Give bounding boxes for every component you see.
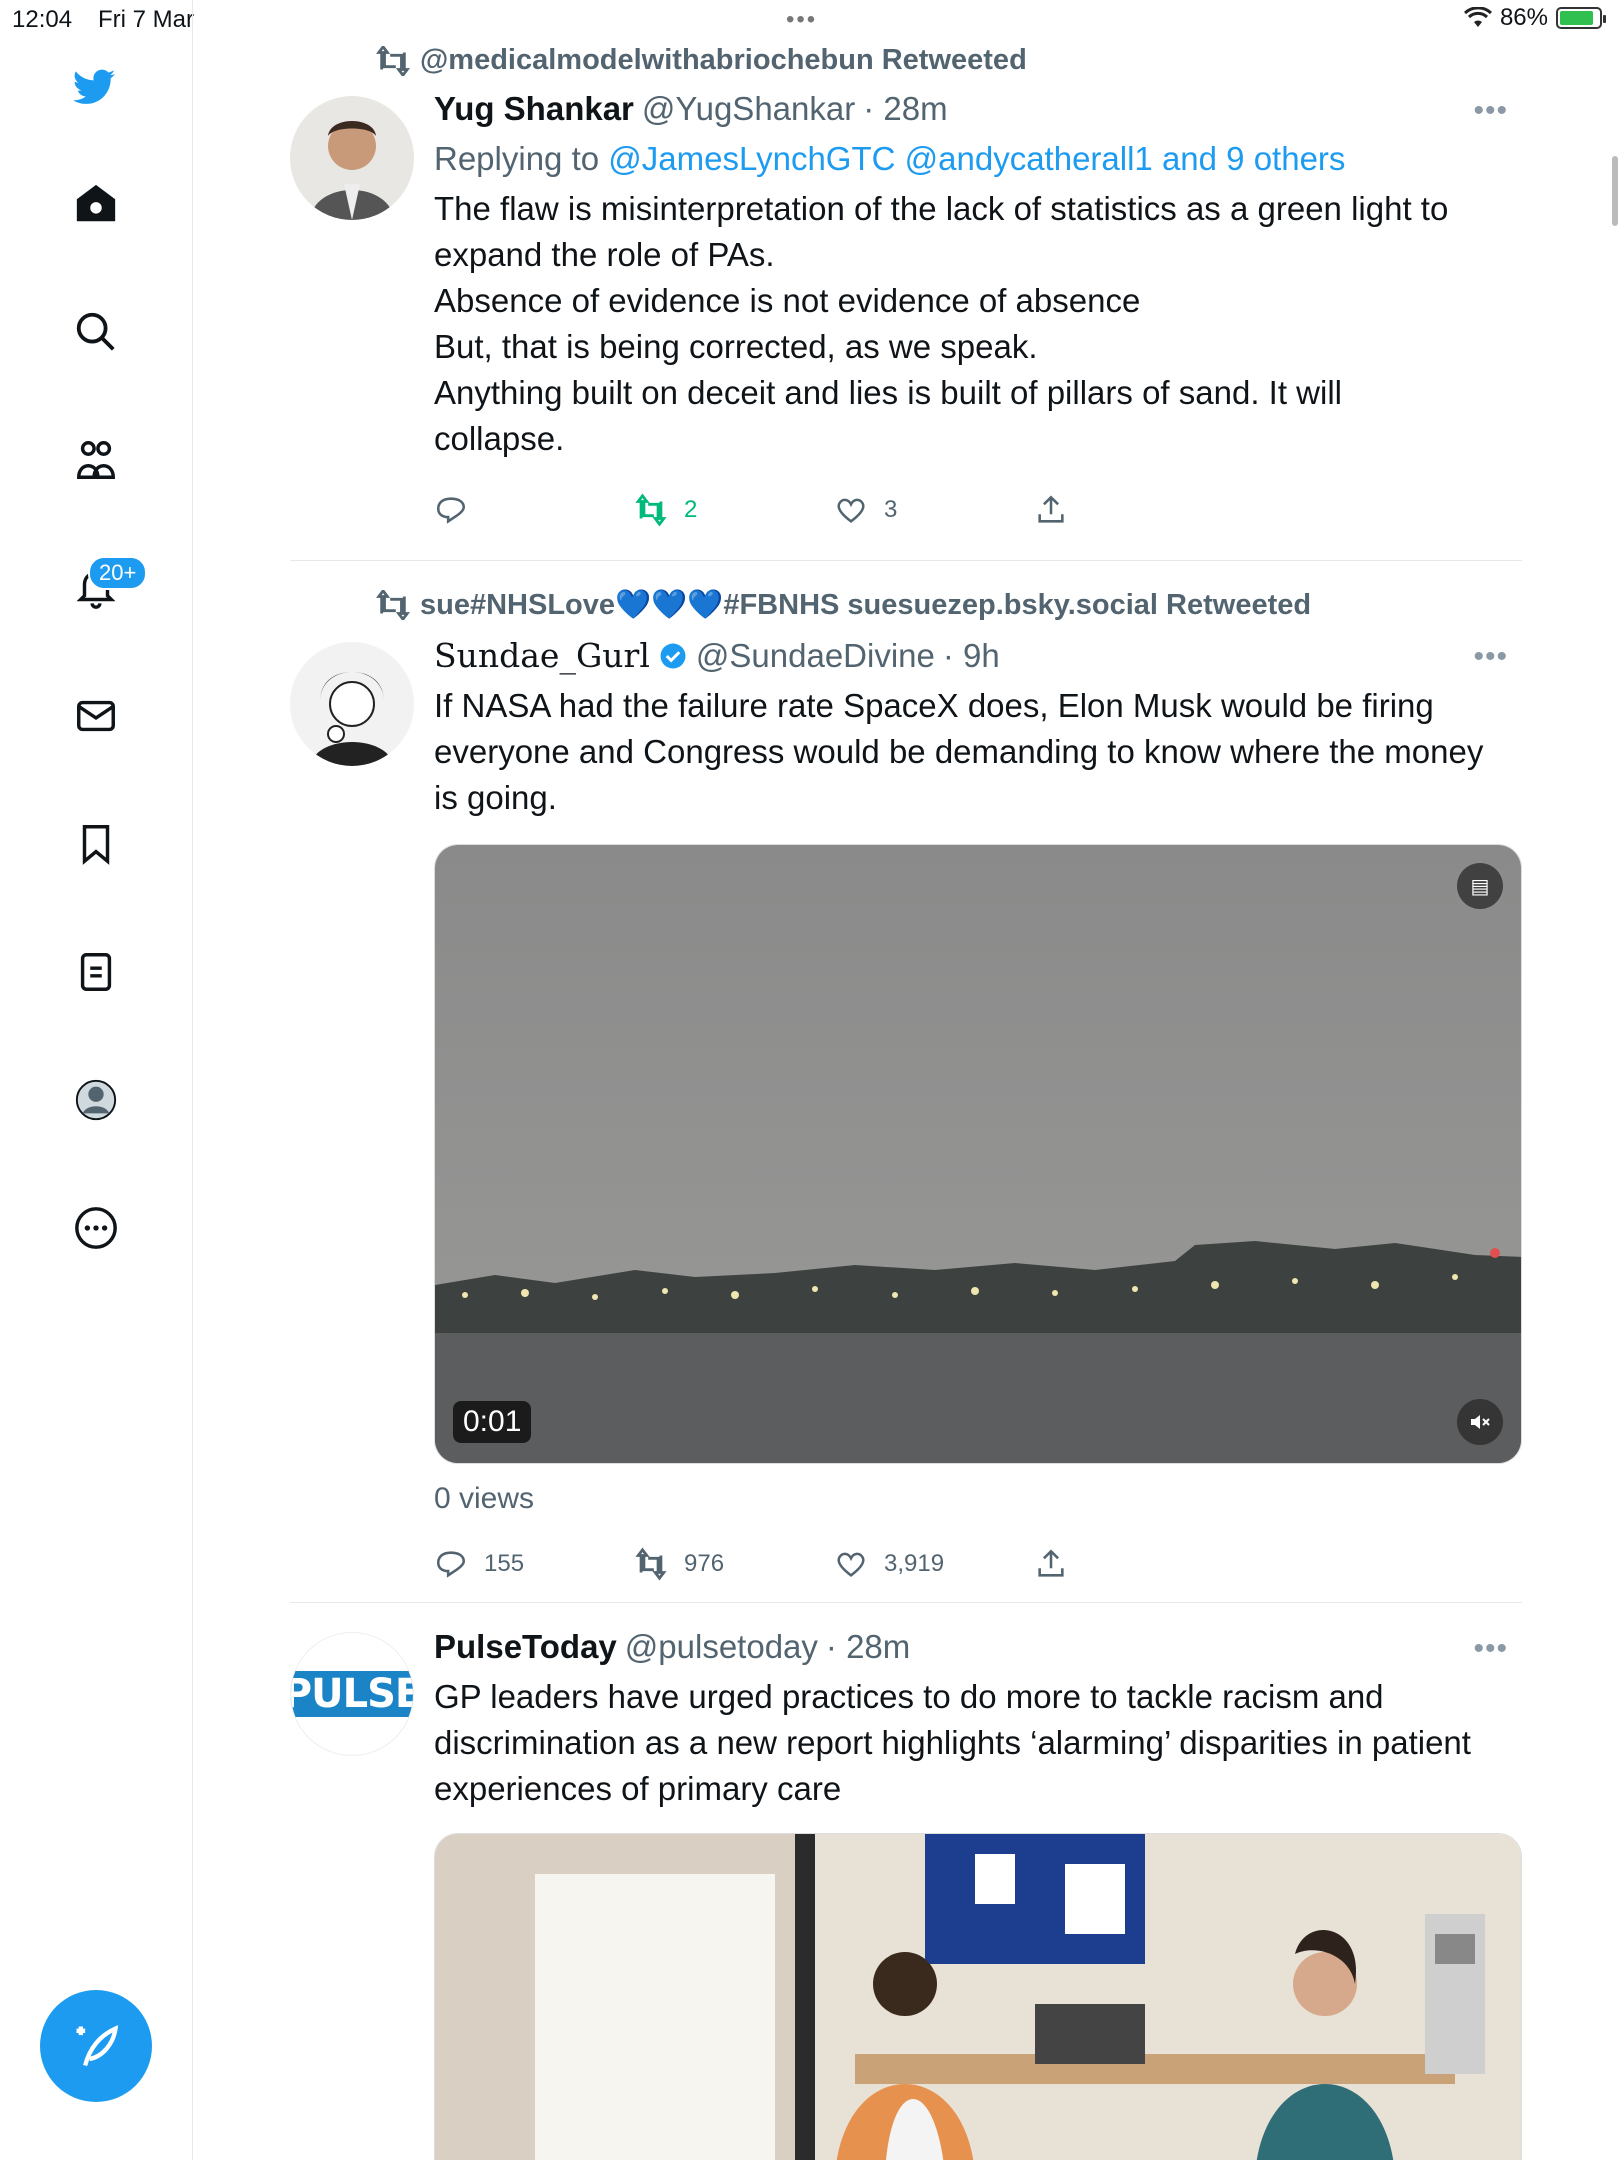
reply-button[interactable]: [434, 490, 634, 530]
video-frame: [435, 845, 1521, 1463]
tweet-text: GP leaders have urged practices to do mo…: [434, 1678, 1471, 1807]
tweet-text: The flaw is misinterpretation of the lac…: [434, 190, 1449, 457]
heart-icon: [837, 498, 865, 523]
tweet-body: Yug Shankar @YugShankar · 28m ••• Replyi…: [434, 90, 1522, 462]
tweet-actions: 155 976 3,919: [434, 1544, 1234, 1584]
view-count: 0 views: [434, 1482, 535, 1515]
retweet-icon: [376, 590, 410, 620]
tweet-text: If NASA had the failure rate SpaceX does…: [434, 687, 1484, 816]
tweet-time: · 28m: [863, 90, 948, 127]
avatar[interactable]: PULSE: [290, 1632, 414, 1756]
more-options-icon[interactable]: •••: [1473, 1632, 1508, 1666]
reply-button[interactable]: 155: [434, 1544, 634, 1584]
more-options-icon[interactable]: [72, 1204, 120, 1252]
tweet-header: Yug Shankar @YugShankar · 28m: [434, 90, 1522, 128]
replying-to-line: Replying to @JamesLynchGTC @andycatheral…: [434, 140, 1346, 177]
more-options-icon[interactable]: •••: [1473, 640, 1508, 674]
replying-to-links[interactable]: @JamesLynchGTC @andycatherall1 and 9 oth…: [608, 140, 1345, 177]
author-name[interactable]: PulseToday: [434, 1628, 617, 1666]
avatar[interactable]: [290, 96, 414, 220]
messages-icon[interactable]: [72, 692, 120, 740]
tweet-body: Sundae_Gurl @SundaeDivine · 9h ••• If NA…: [434, 636, 1522, 821]
mute-icon[interactable]: [1457, 1399, 1503, 1445]
divider: [290, 1602, 1522, 1603]
retweet-button[interactable]: 2: [634, 490, 834, 530]
like-button[interactable]: 3: [834, 490, 1034, 530]
share-icon: [1038, 495, 1064, 523]
profile-avatar-icon[interactable]: [72, 1076, 120, 1124]
tweet-body: PulseToday @pulsetoday · 28m ••• GP lead…: [434, 1628, 1522, 1812]
retweet-icon: [635, 1547, 667, 1581]
tweet-header: PulseToday @pulsetoday · 28m: [434, 1628, 1522, 1666]
author-name[interactable]: Sundae_Gurl: [434, 636, 650, 675]
search-icon[interactable]: [72, 308, 120, 356]
compose-tweet-button[interactable]: [40, 1990, 152, 2102]
captions-icon[interactable]: ▤: [1457, 863, 1503, 909]
communities-icon[interactable]: [72, 436, 120, 484]
more-options-icon[interactable]: •••: [1473, 94, 1508, 128]
author-handle[interactable]: @SundaeDivine: [696, 637, 935, 675]
tweet-time: · 9h: [942, 636, 1000, 674]
heart-icon: [837, 1552, 865, 1577]
author-name[interactable]: Yug Shankar: [434, 90, 634, 128]
share-button[interactable]: [1034, 490, 1234, 530]
retweet-button[interactable]: 976: [634, 1544, 834, 1584]
divider: [290, 560, 1522, 561]
bookmarks-icon[interactable]: [72, 820, 120, 868]
multitasking-dots-icon[interactable]: •••: [786, 6, 817, 34]
battery-icon: [1556, 7, 1606, 29]
compose-feather-icon: [76, 2025, 119, 2067]
reply-icon: [436, 1551, 466, 1578]
pulse-logo: PULSE: [291, 1671, 413, 1717]
video-player[interactable]: 0:01 ▤: [434, 844, 1522, 1464]
author-handle[interactable]: @pulsetoday: [625, 1628, 818, 1666]
lists-icon[interactable]: [72, 948, 120, 996]
notifications-badge: 20+: [88, 556, 148, 590]
wifi-icon: [1463, 7, 1492, 27]
share-button[interactable]: [1034, 1544, 1234, 1584]
article-photo: [435, 1834, 1521, 2160]
retweet-icon: [376, 45, 410, 76]
reply-icon: [436, 497, 466, 524]
status-bar: 12:04 Fri 7 Mar ••• 86%: [0, 0, 1620, 40]
like-button[interactable]: 3,919: [834, 1544, 1034, 1584]
battery-percent: 86%: [1499, 4, 1548, 31]
tweet-actions: 2 3: [434, 490, 1234, 530]
share-icon: [1038, 1549, 1064, 1577]
scroll-indicator[interactable]: [1612, 156, 1618, 226]
tweet-image[interactable]: [434, 1833, 1522, 2160]
sidebar: 20+: [0, 0, 193, 2160]
tweet-header: Sundae_Gurl @SundaeDivine · 9h: [434, 636, 1522, 675]
retweeted-by-line: @medicalmodelwithabriochebun Retweeted: [376, 44, 1027, 77]
retweeted-by-line: sue#NHSLove💙💙💙#FBNHS suesuezep.bsky.soci…: [376, 588, 1311, 622]
verified-badge-icon: [660, 643, 686, 668]
author-handle[interactable]: @YugShankar: [642, 90, 855, 128]
retweet-icon: [635, 493, 667, 527]
video-duration: 0:01: [453, 1401, 532, 1443]
avatar[interactable]: [290, 642, 414, 766]
tweet-time: · 28m: [825, 1628, 911, 1665]
twitter-logo-icon[interactable]: [70, 64, 118, 112]
home-icon[interactable]: [72, 180, 120, 228]
